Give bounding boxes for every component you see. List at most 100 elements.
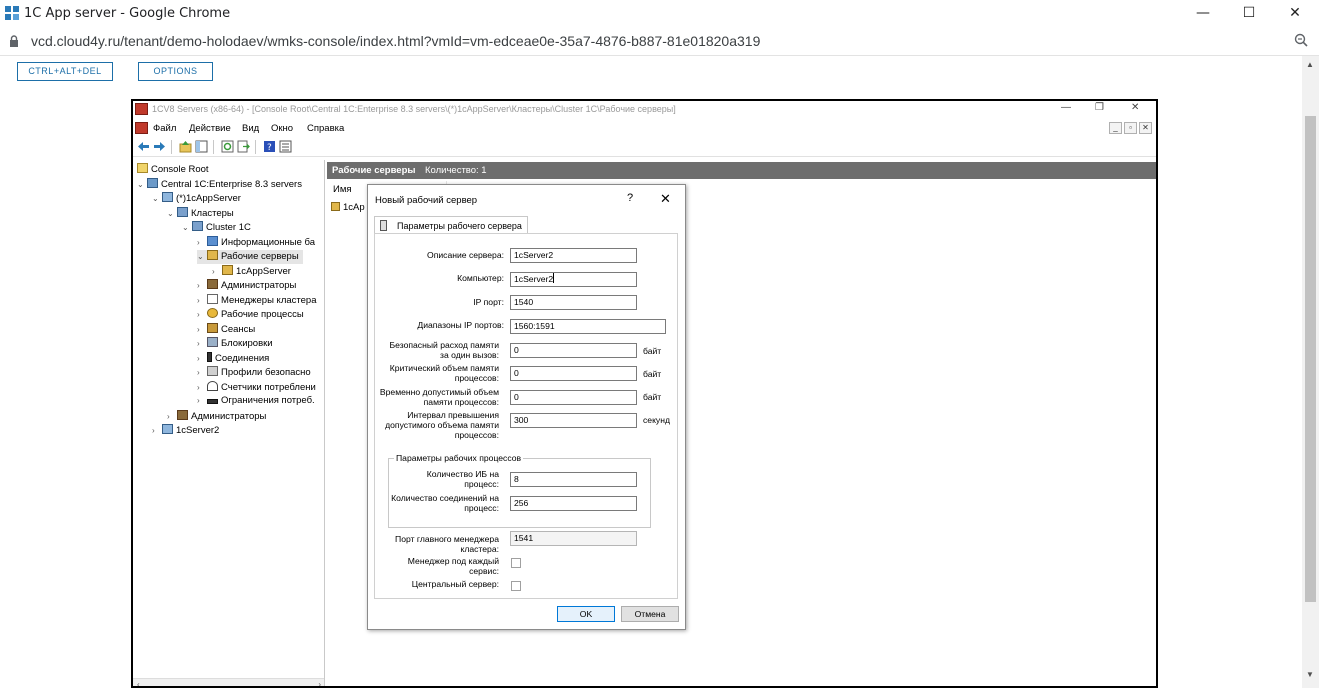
help-book-icon[interactable]: ? bbox=[263, 140, 276, 153]
mdi-minimize-icon[interactable]: _ bbox=[1109, 122, 1122, 134]
scroll-down-icon[interactable]: ▼ bbox=[1306, 670, 1314, 679]
description-input[interactable]: 1cServer2 bbox=[510, 248, 637, 263]
options-button[interactable]: OPTIONS bbox=[138, 62, 213, 81]
admins-icon bbox=[177, 410, 188, 420]
cluster-icon bbox=[192, 221, 203, 231]
minimize-button[interactable]: — bbox=[1180, 0, 1226, 28]
central-server-checkbox[interactable] bbox=[511, 581, 521, 591]
close-button[interactable]: ✕ bbox=[1272, 0, 1318, 28]
sessions-icon bbox=[207, 323, 218, 333]
refresh-icon[interactable] bbox=[221, 140, 234, 153]
scroll-up-icon[interactable]: ▲ bbox=[1306, 60, 1314, 69]
ip-ranges-input[interactable]: 1560:1591 bbox=[510, 319, 666, 334]
computer-label: Компьютер: bbox=[457, 273, 504, 283]
critical-mem-input[interactable]: 0 bbox=[510, 366, 637, 381]
page-scrollbar[interactable]: ▲ ▼ bbox=[1302, 56, 1319, 688]
safe-mem-input[interactable]: 0 bbox=[510, 343, 637, 358]
folder-icon bbox=[137, 163, 148, 173]
mmc-doc-icon[interactable] bbox=[135, 122, 148, 134]
url-text[interactable]: vcd.cloud4y.ru/tenant/demo-holodaev/wmks… bbox=[31, 33, 760, 49]
console-tree: Console Root ⌄ Central 1C:Enterprise 8.3 … bbox=[133, 160, 325, 686]
tree-node[interactable]: › 1cAppServer bbox=[212, 265, 291, 279]
tree-node[interactable]: › Рабочие процессы bbox=[197, 308, 304, 322]
result-count: Количество: 1 bbox=[425, 165, 487, 176]
text-caret bbox=[553, 273, 555, 283]
menu-help[interactable]: Справка bbox=[307, 123, 344, 134]
forward-icon[interactable] bbox=[153, 140, 166, 153]
temp-mem-label: Временно допустимый объем памяти процесс… bbox=[379, 387, 499, 407]
ip-port-label: IP порт: bbox=[473, 297, 504, 307]
mmc-restore-icon[interactable]: ❐ bbox=[1095, 102, 1104, 113]
computer-input[interactable]: 1cServer2 bbox=[510, 272, 637, 287]
cancel-button[interactable]: Отмена bbox=[621, 606, 679, 622]
up-folder-icon[interactable] bbox=[179, 140, 192, 153]
menu-window[interactable]: Окно bbox=[271, 123, 293, 134]
infobases-icon bbox=[207, 236, 218, 246]
menu-action[interactable]: Действие bbox=[189, 123, 231, 134]
conn-per-process-input[interactable]: 256 bbox=[510, 496, 637, 511]
tree-node[interactable]: › Информационные ба bbox=[197, 236, 315, 250]
safe-mem-label: Безопасный расход памяти за один вызов: bbox=[389, 340, 499, 360]
back-icon[interactable] bbox=[137, 140, 150, 153]
tab-server-params[interactable]: Параметры рабочего сервера bbox=[374, 216, 528, 234]
manager-per-service-checkbox[interactable] bbox=[511, 558, 521, 568]
scroll-left-icon[interactable]: ‹ bbox=[137, 680, 140, 686]
tree-node[interactable]: ⌄ Cluster 1C bbox=[182, 221, 251, 235]
tree-node[interactable]: › Счетчики потреблени bbox=[197, 381, 316, 395]
tree-horizontal-scrollbar[interactable]: ‹ › bbox=[133, 678, 324, 686]
tree-node-selected[interactable]: ⌄ Рабочие серверы bbox=[197, 250, 303, 264]
menu-view[interactable]: Вид bbox=[242, 123, 259, 134]
critical-mem-label: Критический объем памяти процессов: bbox=[389, 363, 499, 383]
process-params-group: Параметры рабочих процессов Количество И… bbox=[388, 453, 651, 528]
tree-node[interactable]: › Сеансы bbox=[197, 323, 255, 337]
interval-label: Интервал превышения допустимого объема п… bbox=[385, 410, 499, 440]
properties-icon[interactable] bbox=[279, 140, 292, 153]
maximize-button[interactable]: ☐ bbox=[1226, 0, 1272, 28]
export-list-icon[interactable] bbox=[237, 140, 250, 153]
list-item[interactable]: 1cAp bbox=[331, 202, 365, 213]
temp-mem-input[interactable]: 0 bbox=[510, 390, 637, 405]
main-port-input[interactable]: 1541 bbox=[510, 531, 637, 546]
scroll-thumb[interactable] bbox=[1305, 116, 1316, 602]
tab-page-icon bbox=[380, 220, 387, 231]
mdi-close-icon[interactable]: ✕ bbox=[1139, 122, 1152, 134]
tree-node[interactable]: › 1cServer2 bbox=[152, 424, 219, 438]
tree-node[interactable]: › Профили безопасно bbox=[197, 366, 311, 380]
work-server-icon bbox=[331, 202, 340, 211]
dialog-close-icon[interactable]: ✕ bbox=[660, 191, 671, 207]
tree-node[interactable]: › Ограничения потреб. bbox=[197, 395, 315, 409]
tree-node[interactable]: › Соединения bbox=[197, 352, 269, 366]
mdi-restore-icon[interactable]: ▫ bbox=[1124, 122, 1137, 134]
menu-file[interactable]: Файл bbox=[153, 123, 176, 134]
toolbar-separator bbox=[213, 140, 214, 154]
tree-node[interactable]: › Администраторы bbox=[197, 279, 296, 293]
tree-node[interactable]: ⌄ Central 1C:Enterprise 8.3 servers bbox=[137, 178, 302, 192]
tree-node[interactable]: › Администраторы bbox=[167, 410, 266, 424]
main-port-label: Порт главного менеджера кластера: bbox=[395, 534, 499, 554]
scroll-right-icon[interactable]: › bbox=[318, 680, 321, 686]
mmc-title-bar: 1CV8 Servers (x86-64) - [Console Root\Ce… bbox=[133, 101, 1156, 119]
interval-input[interactable]: 300 bbox=[510, 413, 637, 428]
description-label: Описание сервера: bbox=[427, 250, 504, 260]
ip-ranges-label: Диапазоны IP портов: bbox=[417, 320, 504, 330]
critical-mem-unit: байт bbox=[643, 369, 662, 379]
tree-node[interactable]: › Менеджеры кластера bbox=[197, 294, 317, 308]
ip-port-input[interactable]: 1540 bbox=[510, 295, 637, 310]
dialog-help-icon[interactable]: ? bbox=[627, 192, 633, 204]
zoom-icon[interactable] bbox=[1294, 33, 1308, 47]
ok-button[interactable]: OK bbox=[557, 606, 615, 622]
tree-node[interactable]: › Блокировки bbox=[197, 337, 273, 351]
tree-node[interactable]: ⌄ Кластеры bbox=[167, 207, 234, 221]
ib-per-process-input[interactable]: 8 bbox=[510, 472, 637, 487]
address-bar[interactable]: vcd.cloud4y.ru/tenant/demo-holodaev/wmks… bbox=[0, 28, 1319, 56]
lock-icon bbox=[10, 35, 18, 47]
limits-icon bbox=[207, 399, 218, 404]
show-tree-icon[interactable] bbox=[195, 140, 208, 153]
mmc-toolbar: ? bbox=[133, 137, 1156, 157]
mmc-close-icon[interactable]: ✕ bbox=[1131, 102, 1139, 113]
tree-node[interactable]: Console Root bbox=[137, 163, 209, 177]
server-icon bbox=[162, 192, 173, 202]
mmc-minimize-icon[interactable]: — bbox=[1061, 102, 1071, 113]
tree-node[interactable]: ⌄ (*)1cAppServer bbox=[152, 192, 241, 206]
ctrl-alt-del-button[interactable]: CTRL+ALT+DEL bbox=[17, 62, 113, 81]
